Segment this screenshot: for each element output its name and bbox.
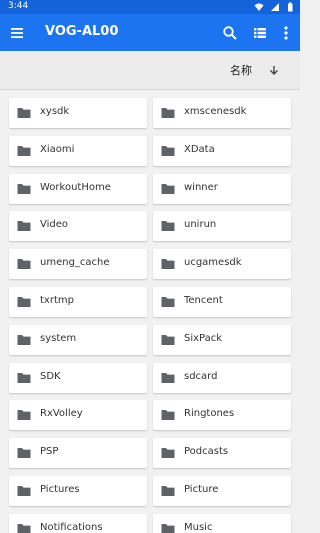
folder-name: SDK [40, 370, 61, 382]
folder-icon [17, 259, 31, 270]
folder-item[interactable]: Tencent [153, 287, 291, 317]
folder-item[interactable]: Xiaomi [9, 135, 147, 166]
folder-name: XData [184, 143, 215, 155]
list-view-icon[interactable] [249, 22, 271, 44]
folder-icon [17, 410, 31, 421]
folder-icon [161, 523, 175, 533]
folder-name: txrtmp [40, 295, 74, 306]
folder-grid: xysdk xmscenesdk Xiaomi XData WorkoutHome win… [0, 94, 300, 533]
folder-name: Xiaomi [40, 143, 75, 155]
folder-item[interactable]: Notifications [9, 513, 147, 533]
folder-name: xysdk [40, 106, 70, 117]
folder-icon [161, 259, 175, 270]
folder-item[interactable]: umeng_cache [9, 249, 147, 280]
folder-item[interactable]: Video [9, 211, 147, 242]
folder-icon [17, 486, 31, 496]
folder-item[interactable]: ucgamesdk [153, 249, 291, 280]
folder-name: RxVolley [40, 408, 83, 420]
folder-name: Music [184, 521, 213, 533]
folder-item[interactable]: txrtmp [9, 287, 147, 317]
folder-item[interactable]: xmscenesdk [153, 98, 291, 128]
folder-icon [161, 410, 175, 421]
folder-name: unirun [184, 219, 217, 231]
signal-icon [271, 3, 279, 11]
folder-icon [17, 448, 31, 459]
status-bar: 3:44 [0, 0, 300, 14]
folder-item[interactable]: xysdk [9, 98, 147, 128]
folder-item[interactable]: sdcard [153, 362, 291, 393]
sort-label[interactable]: 名称 [230, 62, 252, 78]
folder-icon [17, 297, 31, 307]
folder-icon [161, 145, 175, 156]
folder-item[interactable]: SixPack [153, 324, 291, 355]
wifi-icon [254, 3, 264, 11]
folder-icon [17, 221, 31, 232]
folder-name: system [40, 332, 77, 344]
more-vert-icon[interactable] [275, 22, 297, 44]
folder-item[interactable]: XData [153, 135, 291, 166]
folder-item[interactable]: Ringtones [153, 400, 291, 431]
folder-name: Pictures [40, 484, 80, 495]
folder-icon [161, 183, 175, 194]
sort-bar: 名称 [0, 51, 300, 90]
folder-icon [161, 221, 175, 232]
folder-icon [17, 108, 31, 118]
folder-icon [161, 334, 175, 345]
folder-item[interactable]: SDK [9, 362, 147, 393]
folder-item[interactable]: Podcasts [153, 438, 291, 469]
folder-item[interactable]: system [9, 324, 147, 355]
battery-icon [288, 2, 293, 12]
folder-icon [161, 486, 175, 496]
folder-icon [17, 183, 31, 194]
folder-item[interactable]: Picture [153, 476, 291, 506]
folder-name: Notifications [40, 521, 103, 533]
toolbar-title: VOG-AL00 [45, 24, 119, 39]
folder-item[interactable]: PSP [9, 438, 147, 469]
folder-name: winner [184, 181, 218, 193]
folder-name: ucgamesdk [184, 257, 242, 269]
folder-item[interactable]: RxVolley [9, 400, 147, 431]
folder-name: Picture [184, 484, 219, 495]
folder-name: xmscenesdk [184, 106, 247, 117]
folder-icon [161, 372, 175, 383]
folder-name: PSP [40, 446, 59, 458]
folder-icon [17, 523, 31, 533]
menu-icon[interactable] [6, 22, 28, 44]
folder-icon [161, 448, 175, 459]
sort-direction-icon[interactable] [268, 64, 280, 76]
folder-name: Podcasts [184, 446, 229, 458]
folder-item[interactable]: WorkoutHome [9, 173, 147, 204]
search-icon[interactable] [219, 22, 241, 44]
folder-name: umeng_cache [40, 257, 110, 269]
folder-icon [17, 372, 31, 383]
folder-name: Tencent [184, 295, 223, 306]
folder-name: Ringtones [184, 408, 235, 420]
folder-name: SixPack [184, 332, 223, 344]
folder-icon [17, 145, 31, 156]
folder-name: WorkoutHome [40, 181, 111, 193]
folder-item[interactable]: unirun [153, 211, 291, 242]
folder-item[interactable]: Music [153, 513, 291, 533]
folder-icon [161, 108, 175, 118]
toolbar: VOG-AL00 [0, 14, 300, 51]
folder-item[interactable]: Pictures [9, 476, 147, 506]
folder-icon [17, 334, 31, 345]
folder-item[interactable]: winner [153, 173, 291, 204]
folder-name: sdcard [184, 370, 218, 382]
folder-name: Video [40, 219, 69, 231]
folder-icon [161, 297, 175, 307]
status-time: 3:44 [8, 1, 29, 11]
